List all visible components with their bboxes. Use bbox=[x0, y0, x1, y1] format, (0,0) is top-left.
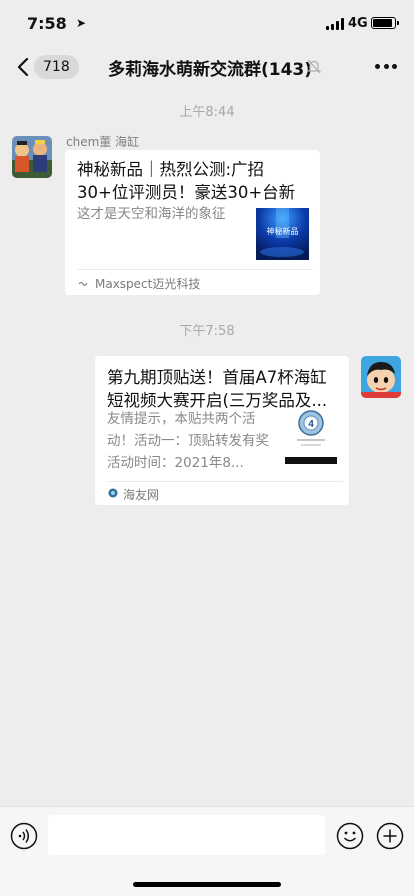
back-button[interactable]: 718 bbox=[12, 54, 79, 80]
link-card[interactable]: 第九期顶贴送！首届A7杯海缸短视频大赛开启(三万奖品及... 友情提示，本贴共两… bbox=[95, 356, 349, 505]
chat-header: 718 多莉海水萌新交流群(143) bbox=[0, 46, 414, 88]
more-options-button[interactable] bbox=[374, 58, 398, 74]
bell-slash-icon bbox=[307, 59, 321, 74]
card-divider bbox=[107, 481, 343, 482]
svg-text:4: 4 bbox=[308, 419, 314, 430]
chat-title: 多莉海水萌新交流群(143) bbox=[108, 60, 313, 80]
chevron-left-icon bbox=[17, 58, 29, 76]
home-indicator bbox=[133, 882, 281, 887]
card-source: Maxspect迈光科技 bbox=[95, 277, 201, 291]
card-thumbnail: 4 bbox=[285, 408, 337, 464]
thumbnail-caption: 神秘新品 bbox=[266, 227, 299, 236]
message-timestamp: 上午8:44 bbox=[179, 105, 235, 120]
unread-count-badge: 718 bbox=[34, 55, 79, 79]
status-bar: 7:58 ➤ 4G bbox=[0, 0, 414, 46]
avatar[interactable] bbox=[12, 136, 52, 178]
message-input[interactable] bbox=[48, 815, 325, 855]
card-source: 海友网 bbox=[123, 488, 160, 502]
avatar[interactable] bbox=[361, 356, 401, 398]
mini-program-icon bbox=[78, 281, 88, 286]
more-dot bbox=[392, 64, 397, 69]
signal-icon bbox=[326, 18, 344, 30]
plus-circle-icon[interactable] bbox=[376, 822, 404, 850]
site-icon bbox=[108, 488, 118, 498]
card-title: 第九期顶贴送！首届A7杯海缸短视频大赛开启(三万奖品及... bbox=[107, 368, 328, 410]
location-arrow-icon: ➤ bbox=[76, 16, 87, 30]
card-description: 这才是天空和海洋的象征 bbox=[77, 206, 226, 222]
voice-icon[interactable] bbox=[10, 822, 38, 850]
status-time: 7:58 bbox=[27, 14, 67, 33]
more-dot bbox=[375, 64, 380, 69]
card-description: 友情提示，本贴共两个活动！活动一：顶贴转发有奖活动时间：2021年8... bbox=[107, 411, 269, 471]
battery-icon bbox=[371, 17, 399, 29]
emoji-icon[interactable] bbox=[336, 822, 364, 850]
card-divider bbox=[77, 269, 313, 270]
network-type: 4G bbox=[348, 16, 368, 31]
sender-name: chem董 海缸 bbox=[66, 135, 140, 149]
card-title: 神秘新品｜热烈公测:广招30+位评测员！豪送30+台新品... bbox=[77, 160, 296, 202]
link-card[interactable]: 神秘新品｜热烈公测:广招30+位评测员！豪送30+台新品... 这才是天空和海洋… bbox=[65, 150, 320, 295]
card-thumbnail: 神秘新品 bbox=[256, 208, 309, 260]
message-timestamp: 下午7:58 bbox=[179, 324, 235, 339]
more-dot bbox=[383, 64, 389, 69]
